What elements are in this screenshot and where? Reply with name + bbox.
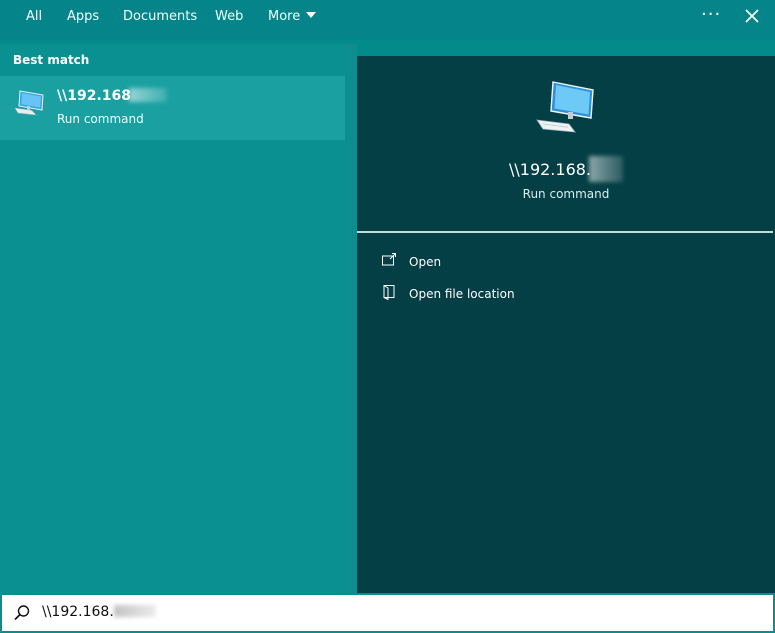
tab-documents[interactable]: Documents (123, 9, 197, 24)
open-action-label: Open (409, 255, 442, 269)
search-scope-bar: All Apps Documents Web More ··· (0, 0, 775, 40)
tab-web[interactable]: Web (215, 9, 243, 24)
panel-divider (345, 44, 357, 593)
chevron-down-icon (306, 12, 317, 18)
ellipsis-icon[interactable]: ··· (701, 4, 721, 25)
preview-title: \\192.168. (357, 156, 775, 182)
close-icon[interactable] (742, 6, 762, 26)
open-icon (382, 253, 396, 266)
preview-title-text: \\192.168. (508, 160, 592, 179)
search-box[interactable]: \\192.168. (0, 593, 775, 633)
redacted-text (113, 605, 156, 617)
redacted-text (129, 88, 167, 102)
file-location-icon (383, 285, 395, 300)
tab-apps[interactable]: Apps (67, 9, 99, 24)
preview-divider (357, 231, 773, 233)
search-input-text: \\192.168. (42, 604, 114, 620)
search-icon (14, 605, 30, 621)
search-input[interactable]: \\192.168. (42, 604, 156, 620)
computer-icon (536, 81, 594, 133)
result-title-text: \\192.168 (57, 88, 131, 104)
preview-panel: \\192.168. Run command Open Open file lo… (357, 56, 775, 593)
best-match-heading: Best match (13, 53, 90, 67)
tab-all[interactable]: All (26, 9, 42, 24)
tab-more-label: More (268, 9, 301, 24)
tab-more[interactable]: More (268, 9, 317, 24)
preview-subtitle: Run command (522, 187, 610, 201)
open-file-location-label: Open file location (409, 287, 515, 301)
result-title: \\192.168 (57, 88, 167, 104)
result-subtitle: Run command (57, 112, 144, 126)
computer-icon (14, 90, 44, 116)
best-match-result[interactable]: \\192.168 Run command (0, 76, 345, 140)
results-panel: Best match \\192.168 Run command (0, 44, 345, 593)
redacted-text (589, 156, 624, 182)
